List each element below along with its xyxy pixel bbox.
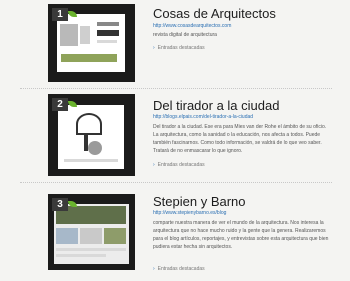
thumbnail-image: [54, 204, 129, 264]
entry-tag-label: Entradas destacadas: [157, 162, 205, 168]
entry-description: revista digital de arquitectura: [153, 32, 217, 38]
chevron-right-icon: ›: [153, 266, 155, 272]
entry-number-badge: 2: [52, 98, 68, 111]
entry-divider: [20, 182, 332, 183]
blog-entry: 3 Stepien y Barno http://www.stepienybar…: [0, 182, 350, 281]
chevron-right-icon: ›: [153, 45, 155, 51]
entry-title[interactable]: Cosas de Arquitectos: [153, 6, 276, 21]
chevron-right-icon: ›: [153, 162, 155, 168]
entry-description: comparte nuestra manera de ver el mundo …: [153, 220, 329, 250]
thumbnail-image: [57, 14, 125, 72]
entry-url-link[interactable]: http://www.cosasdearquitectos.com: [153, 23, 231, 29]
entry-divider: [20, 88, 332, 89]
thumbnail-image: [58, 105, 124, 169]
entry-url-link[interactable]: http://www.stepienybarno.es/blog: [153, 210, 226, 216]
entry-description: Del tirador a la ciudad. Ese era para Mi…: [153, 124, 327, 154]
entry-tag[interactable]: › Entradas destacadas: [153, 45, 205, 51]
entry-tag[interactable]: › Entradas destacadas: [153, 162, 205, 168]
blog-entry: 2 Del tirador a la ciudad http://blogs.e…: [0, 88, 350, 182]
entry-number-badge: 3: [52, 198, 68, 211]
entry-title[interactable]: Del tirador a la ciudad: [153, 98, 279, 113]
entry-title[interactable]: Stepien y Barno: [153, 194, 246, 209]
entry-url-link[interactable]: http://blogs.elpais.com/del-tirador-a-la…: [153, 114, 253, 120]
entry-number-badge: 1: [52, 8, 68, 21]
entry-tag-label: Entradas destacadas: [157, 45, 205, 51]
entry-tag[interactable]: › Entradas destacadas: [153, 266, 205, 272]
entry-tag-label: Entradas destacadas: [157, 266, 205, 272]
blog-entry: 1 Cosas de Arquitectos http://www.cosasd…: [0, 0, 350, 88]
